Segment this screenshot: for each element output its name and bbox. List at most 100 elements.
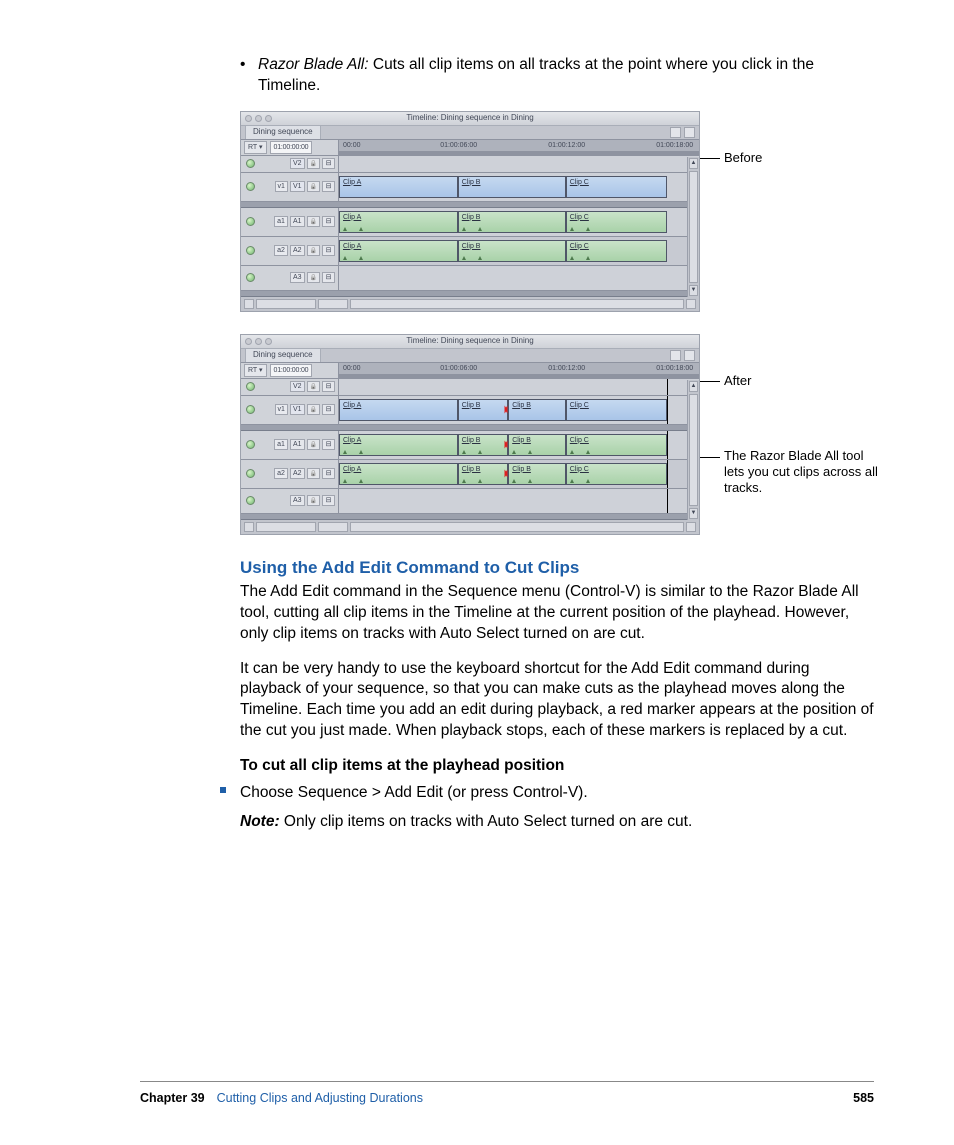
scroll-right-button[interactable] — [686, 299, 696, 309]
clip[interactable]: Clip B — [458, 434, 508, 456]
track-content-v2[interactable] — [339, 379, 699, 395]
scroll-right-button[interactable] — [686, 522, 696, 532]
track-content-a3[interactable] — [339, 266, 699, 290]
clip[interactable]: Clip A — [339, 463, 458, 485]
clip[interactable]: Clip B — [508, 399, 566, 421]
track-target-v2[interactable]: V2 — [290, 158, 305, 169]
scroll-up-icon[interactable]: ▲ — [689, 158, 698, 169]
rt-button[interactable]: RT ▾ — [244, 364, 267, 377]
clip[interactable]: Clip A — [339, 399, 458, 421]
track-content-a2[interactable]: Clip AClip BClip C — [339, 237, 699, 265]
clip[interactable]: Clip B — [508, 463, 566, 485]
clip[interactable]: Clip B — [458, 463, 508, 485]
playhead[interactable] — [667, 379, 668, 395]
timecode-field[interactable]: 01:00:00:00 — [270, 141, 313, 154]
clip[interactable]: Clip B — [458, 399, 508, 421]
clip[interactable]: Clip B — [508, 434, 566, 456]
clip[interactable]: Clip C — [566, 176, 667, 198]
clip[interactable]: Clip A — [339, 434, 458, 456]
track-content-a1[interactable]: Clip AClip BClip C — [339, 208, 699, 236]
src-a1[interactable]: a1 — [274, 439, 288, 450]
clip[interactable]: Clip B — [458, 211, 566, 233]
layout-button[interactable] — [670, 127, 681, 138]
track-target-v1[interactable]: V1 — [290, 181, 305, 192]
clip[interactable]: Clip C — [566, 434, 667, 456]
src-v1[interactable]: v1 — [275, 181, 288, 192]
track-content-a1[interactable]: Clip AClip BClip BClip C — [339, 431, 699, 459]
timecode-field[interactable]: 01:00:00:00 — [270, 364, 313, 377]
zoom-slider[interactable] — [318, 522, 348, 532]
autoselect-button[interactable]: ⊟ — [322, 272, 335, 283]
src-v1[interactable]: v1 — [275, 404, 288, 415]
clip[interactable]: Clip C — [566, 399, 667, 421]
audible-dot-icon[interactable] — [246, 217, 255, 226]
track-target-v1[interactable]: V1 — [290, 404, 305, 415]
visibility-dot-icon[interactable] — [246, 382, 255, 391]
scroll-down-icon[interactable]: ▼ — [689, 285, 698, 296]
audible-dot-icon[interactable] — [246, 440, 255, 449]
autoselect-button[interactable]: ⊟ — [322, 245, 335, 256]
min-dot-icon[interactable] — [255, 338, 262, 345]
autoselect-button[interactable]: ⊟ — [322, 381, 335, 392]
v-scrollbar[interactable]: ▲ ▼ — [687, 157, 699, 297]
lock-icon[interactable] — [307, 495, 320, 506]
clip[interactable]: Clip A — [339, 176, 458, 198]
layout-button[interactable] — [670, 350, 681, 361]
autoselect-button[interactable]: ⊟ — [322, 495, 335, 506]
track-target-a3[interactable]: A3 — [290, 495, 305, 506]
time-ruler[interactable]: 00:00 01:00:06:00 01:00:12:00 01:00:18:0… — [339, 363, 699, 378]
lock-icon[interactable] — [307, 404, 320, 415]
close-dot-icon[interactable] — [245, 115, 252, 122]
track-target-a2[interactable]: A2 — [290, 468, 305, 479]
lock-icon[interactable] — [307, 216, 320, 227]
playhead[interactable] — [667, 431, 668, 459]
src-a2[interactable]: a2 — [274, 468, 288, 479]
track-content-a2[interactable]: Clip AClip BClip BClip C — [339, 460, 699, 488]
v-scrollbar[interactable]: ▲ ▼ — [687, 380, 699, 520]
zoom-dot-icon[interactable] — [265, 115, 272, 122]
h-scrollbar[interactable] — [350, 522, 684, 532]
lock-icon[interactable] — [307, 245, 320, 256]
track-height-buttons[interactable] — [256, 522, 316, 532]
visibility-dot-icon[interactable] — [246, 159, 255, 168]
sequence-tab[interactable]: Dining sequence — [245, 348, 321, 362]
track-content-v1[interactable]: Clip AClip BClip BClip C — [339, 396, 699, 424]
track-content-a3[interactable] — [339, 489, 699, 513]
clip[interactable]: Clip B — [458, 240, 566, 262]
time-ruler[interactable]: 00:00 01:00:06:00 01:00:12:00 01:00:18:0… — [339, 140, 699, 155]
speaker-icon[interactable] — [244, 522, 254, 532]
visibility-dot-icon[interactable] — [246, 182, 255, 191]
layout-button-2[interactable] — [684, 127, 695, 138]
audible-dot-icon[interactable] — [246, 246, 255, 255]
clip[interactable]: Clip A — [339, 240, 458, 262]
audible-dot-icon[interactable] — [246, 469, 255, 478]
track-target-a2[interactable]: A2 — [290, 245, 305, 256]
clip[interactable]: Clip B — [458, 176, 566, 198]
track-target-a3[interactable]: A3 — [290, 272, 305, 283]
close-dot-icon[interactable] — [245, 338, 252, 345]
clip[interactable]: Clip C — [566, 211, 667, 233]
track-target-a1[interactable]: A1 — [290, 216, 305, 227]
track-target-a1[interactable]: A1 — [290, 439, 305, 450]
autoselect-button[interactable]: ⊟ — [322, 439, 335, 450]
layout-button-2[interactable] — [684, 350, 695, 361]
lock-icon[interactable] — [307, 181, 320, 192]
lock-icon[interactable] — [307, 468, 320, 479]
zoom-dot-icon[interactable] — [265, 338, 272, 345]
track-content-v1[interactable]: Clip AClip BClip C — [339, 173, 699, 201]
audible-dot-icon[interactable] — [246, 273, 255, 282]
lock-icon[interactable] — [307, 381, 320, 392]
track-content-v2[interactable] — [339, 156, 699, 172]
playhead[interactable] — [667, 460, 668, 488]
scroll-thumb[interactable] — [689, 394, 698, 506]
zoom-slider[interactable] — [318, 299, 348, 309]
src-a2[interactable]: a2 — [274, 245, 288, 256]
speaker-icon[interactable] — [244, 299, 254, 309]
h-scrollbar[interactable] — [350, 299, 684, 309]
autoselect-button[interactable]: ⊟ — [322, 158, 335, 169]
clip[interactable]: Clip C — [566, 240, 667, 262]
playhead[interactable] — [667, 489, 668, 513]
clip[interactable]: Clip C — [566, 463, 667, 485]
rt-button[interactable]: RT ▾ — [244, 141, 267, 154]
lock-icon[interactable] — [307, 272, 320, 283]
